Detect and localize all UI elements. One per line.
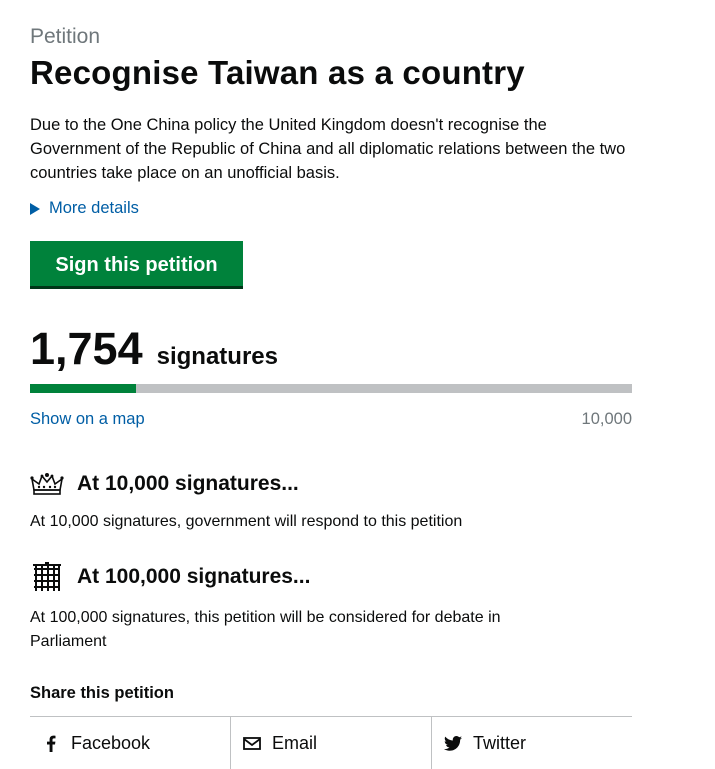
share-email-button[interactable]: Email xyxy=(230,717,431,769)
email-icon xyxy=(243,736,261,750)
threshold-text: At 10,000 signatures, government will re… xyxy=(30,513,463,530)
threshold-10000-heading: At 10,000 signatures... xyxy=(30,472,299,496)
share-twitter-button[interactable]: Twitter xyxy=(431,717,632,769)
facebook-icon xyxy=(42,735,60,752)
threshold-100000-heading: At 100,000 signatures... xyxy=(30,562,310,592)
signature-progress-bar xyxy=(30,384,632,393)
sign-petition-button[interactable]: Sign this petition xyxy=(30,241,243,289)
share-facebook-button[interactable]: Facebook xyxy=(30,717,230,769)
threshold-title: At 100,000 signatures... xyxy=(77,565,311,588)
threshold-title: At 10,000 signatures... xyxy=(77,472,299,495)
show-on-map-link[interactable]: Show on a map xyxy=(30,410,145,429)
portcullis-icon xyxy=(30,562,64,592)
share-label: Twitter xyxy=(473,732,527,753)
share-label: Email xyxy=(272,732,318,753)
twitter-icon xyxy=(444,735,462,751)
page-title: Recognise Taiwan as a country xyxy=(30,54,525,91)
share-links: Facebook Email Twitter xyxy=(30,716,632,769)
signature-progress-fill xyxy=(30,384,136,393)
more-details-label: More details xyxy=(49,199,139,217)
petition-summary: Due to the One China policy the United K… xyxy=(30,116,626,182)
petition-kicker: Petition xyxy=(30,25,101,48)
crown-icon xyxy=(30,472,64,496)
signature-count: 1,754 signatures xyxy=(30,323,278,375)
share-heading: Share this petition xyxy=(30,684,174,702)
signature-number: 1,754 xyxy=(30,323,143,374)
signature-label: signatures xyxy=(156,343,278,370)
more-details-toggle[interactable]: More details xyxy=(30,199,139,218)
share-label: Facebook xyxy=(71,732,151,753)
threshold-text: At 100,000 signatures, this petition wil… xyxy=(30,609,501,650)
signature-target: 10,000 xyxy=(581,410,632,428)
triangle-right-icon xyxy=(30,202,40,215)
